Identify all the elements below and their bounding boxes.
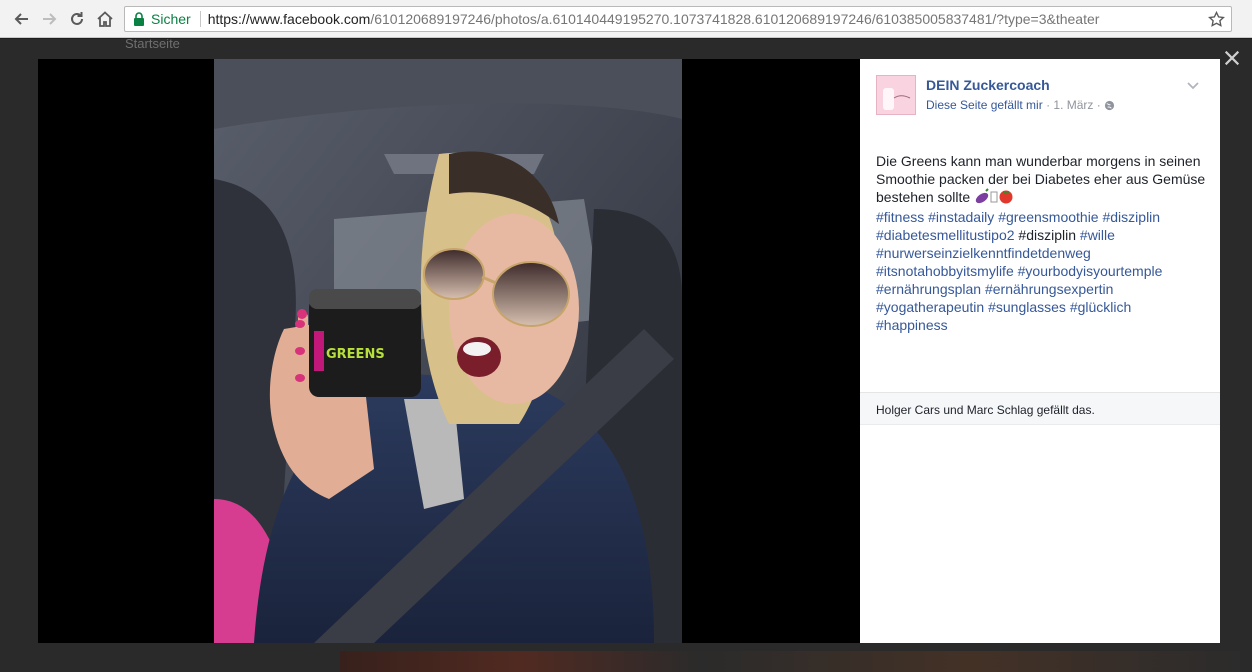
post-meta: Diese Seite gefällt mir · 1. März · [926,98,1115,114]
post-text-intro: Die Greens kann man wunderbar morgens in… [876,153,1206,205]
hashtag-link[interactable]: #ernährungsplan [876,281,981,297]
secure-label: Sicher [151,11,191,27]
hashtag-link[interactable]: #disziplin [1102,209,1160,225]
photo-stage[interactable]: GREENS [38,59,860,643]
hashtag-link[interactable]: #instadaily [928,209,994,225]
globe-icon [1104,100,1115,114]
home-icon[interactable] [92,6,118,32]
post-details-panel: DEIN Zuckercoach Diese Seite gefällt mir… [860,59,1220,643]
post-date[interactable]: 1. März [1053,98,1093,112]
chevron-down-icon[interactable] [1186,78,1200,90]
page-name-link[interactable]: DEIN Zuckercoach [926,77,1050,93]
forward-icon[interactable] [37,6,63,32]
eggplant-emoji [974,188,990,208]
tomato-emoji [998,188,1014,208]
hashtag-link[interactable]: #ernährungsexpertin [985,281,1113,297]
hashtag-link[interactable]: #yourbodyisyourtemple [1018,263,1163,279]
omnibox-separator [199,11,201,27]
bookmark-star-icon[interactable] [1208,10,1225,28]
address-bar[interactable]: Sicher https://www.facebook.com/61012068… [124,6,1232,32]
hashtag-link[interactable]: #wille [1080,227,1115,243]
like-page-link[interactable]: Diese Seite gefällt mir [926,98,1043,112]
hashtag-link[interactable]: #fitness [876,209,924,225]
hashtag-link[interactable]: #nurwerseinzielkenntfindetdenweg [876,245,1091,261]
hashtag-link[interactable]: #sunglasses [988,299,1066,315]
browser-toolbar: Sicher https://www.facebook.com/61012068… [0,0,1252,38]
unknown-glyph [990,190,998,208]
page-avatar[interactable] [876,75,916,115]
likes-text[interactable]: Holger Cars und Marc Schlag gefällt das. [876,403,1095,417]
post-text: Die Greens kann man wunderbar morgens in… [876,152,1208,334]
hashtag-link[interactable]: #yogatherapeutin [876,299,984,315]
hashtag-link[interactable]: #greensmoothie [998,209,1098,225]
close-icon[interactable] [1222,48,1242,68]
hashtag-link[interactable]: #happiness [876,317,948,333]
back-icon[interactable] [8,6,34,32]
hashtag-link[interactable]: #diabetesmellitustipo2 [876,227,1015,243]
home-link: Startseite [125,39,180,51]
background-content-strip [340,651,1240,672]
reload-icon[interactable] [64,6,90,32]
url-host: https://www.facebook.com [207,11,371,27]
meta-separator: · [1096,98,1101,112]
hashtag-link[interactable]: #itsnotahobbyitsmylife [876,263,1014,279]
hashtag-link[interactable]: #glücklich [1070,299,1131,315]
jar-label: GREENS [326,347,385,362]
post-photo[interactable]: GREENS [214,59,682,643]
url-path: /610120689197246/photos/a.61014044919527… [370,11,1100,27]
plain-hashtag-text: #disziplin [1018,227,1077,243]
likes-summary[interactable]: Holger Cars und Marc Schlag gefällt das. [860,393,1220,425]
meta-separator: · [1046,98,1051,112]
lock-icon [133,12,145,26]
